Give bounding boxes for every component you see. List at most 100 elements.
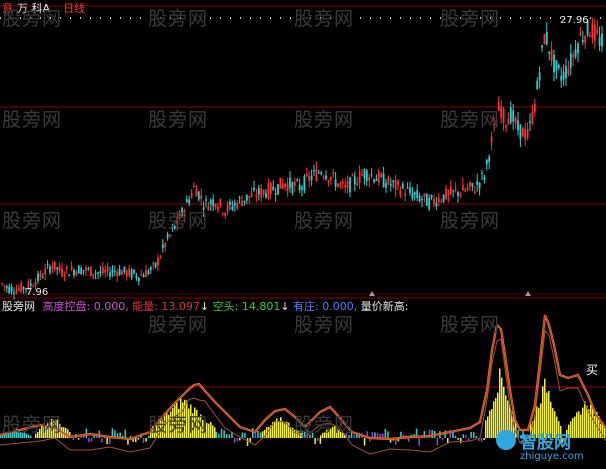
candle-body bbox=[53, 261, 56, 270]
candle-body bbox=[581, 40, 584, 43]
candle-body bbox=[185, 199, 188, 203]
candle-body bbox=[85, 267, 87, 271]
candle-body bbox=[538, 72, 541, 81]
candle-body bbox=[123, 266, 126, 272]
volume-bar bbox=[220, 428, 223, 438]
candle-body bbox=[457, 191, 459, 197]
candle-body bbox=[219, 199, 222, 206]
volume-bar bbox=[454, 435, 457, 438]
volume-bar bbox=[77, 438, 80, 440]
candle-body bbox=[17, 288, 20, 291]
volume-bar bbox=[218, 433, 220, 438]
candle-body bbox=[591, 23, 594, 39]
watermark: 股旁网 bbox=[294, 314, 355, 336]
volume-bar bbox=[254, 432, 257, 438]
candle-body bbox=[536, 80, 539, 90]
candle-body bbox=[253, 187, 255, 191]
candle-body bbox=[20, 282, 23, 293]
volume-bar bbox=[475, 435, 478, 438]
watermark: 股旁网 bbox=[440, 109, 501, 131]
candle-body bbox=[284, 183, 287, 188]
candle-body bbox=[596, 30, 599, 33]
candle-body bbox=[361, 174, 363, 176]
candle-body bbox=[358, 171, 361, 183]
candle-body bbox=[296, 179, 299, 181]
candle-body bbox=[459, 193, 462, 196]
candle-body bbox=[154, 262, 157, 268]
candle-body bbox=[325, 175, 327, 180]
candle-body bbox=[526, 128, 529, 139]
chart-canvas[interactable] bbox=[0, 0, 606, 469]
candle-body bbox=[111, 269, 114, 273]
indicator-label: 高度控盘: bbox=[42, 300, 91, 313]
candle-body bbox=[524, 129, 527, 140]
candle-body bbox=[401, 183, 404, 189]
candle-body bbox=[130, 269, 133, 278]
candle-body bbox=[531, 111, 534, 124]
candle-body bbox=[56, 267, 59, 270]
indicator-name[interactable]: 股旁网 bbox=[2, 300, 35, 313]
candle-body bbox=[164, 243, 167, 248]
candle-body bbox=[63, 275, 66, 278]
candle-body bbox=[397, 180, 399, 185]
candle-body bbox=[514, 117, 517, 124]
watermark: 股旁网 bbox=[440, 8, 501, 30]
candle-body bbox=[449, 186, 452, 195]
candle-body bbox=[229, 201, 231, 205]
candle-body bbox=[82, 270, 85, 272]
candle-body bbox=[291, 182, 294, 193]
candle-body bbox=[212, 199, 215, 206]
watermark: 股旁网 bbox=[294, 414, 355, 436]
candle-body bbox=[346, 180, 349, 189]
candle-body bbox=[8, 286, 11, 294]
volume-bar bbox=[280, 417, 282, 438]
candle-body bbox=[44, 268, 47, 275]
watermark: 股旁网 bbox=[2, 210, 63, 232]
candle-body bbox=[248, 196, 251, 198]
period-label[interactable]: 日线 bbox=[63, 2, 85, 15]
volume-bar bbox=[319, 438, 322, 444]
logo-url: zhiguye.com bbox=[520, 451, 584, 462]
candle-body bbox=[469, 182, 471, 187]
candle-body bbox=[423, 193, 426, 197]
candle-body bbox=[478, 182, 481, 189]
candle-body bbox=[221, 213, 224, 215]
volume-bar bbox=[257, 431, 259, 438]
candle-body bbox=[574, 49, 577, 57]
volume-bar bbox=[233, 438, 236, 443]
watermark: 股旁网 bbox=[148, 109, 209, 131]
watermark: 股旁网 bbox=[148, 314, 209, 336]
candle-body bbox=[104, 269, 107, 273]
candle-body bbox=[293, 182, 296, 186]
down-arrow-icon: ↓ bbox=[280, 300, 290, 313]
candle-body bbox=[507, 118, 510, 125]
watermark: 股旁网 bbox=[440, 210, 501, 232]
volume-bar bbox=[483, 438, 485, 441]
candle-body bbox=[454, 189, 457, 191]
candle-body bbox=[140, 274, 143, 276]
volume-bar bbox=[489, 410, 491, 438]
candle-body bbox=[505, 125, 507, 128]
candle-body bbox=[301, 187, 303, 190]
volume-bar bbox=[226, 434, 228, 438]
candle-body bbox=[147, 270, 150, 274]
candle-body bbox=[65, 266, 68, 270]
candle-body bbox=[363, 169, 366, 179]
volume-bar bbox=[214, 427, 216, 438]
candle-body bbox=[157, 258, 159, 266]
volume-bar bbox=[278, 421, 280, 438]
volume-bar bbox=[135, 438, 137, 443]
candle-body bbox=[339, 182, 342, 184]
candle-body bbox=[214, 204, 217, 208]
candle-body bbox=[133, 269, 135, 274]
candle-body bbox=[560, 75, 563, 81]
candle-body bbox=[476, 181, 479, 185]
volume-bar bbox=[462, 434, 465, 438]
candle-body bbox=[226, 204, 229, 212]
volume-bar bbox=[90, 438, 93, 442]
candle-body bbox=[89, 266, 92, 277]
candle-body bbox=[593, 24, 596, 41]
candle-body bbox=[370, 174, 373, 176]
candle-body bbox=[121, 271, 123, 275]
candle-body bbox=[421, 198, 423, 201]
